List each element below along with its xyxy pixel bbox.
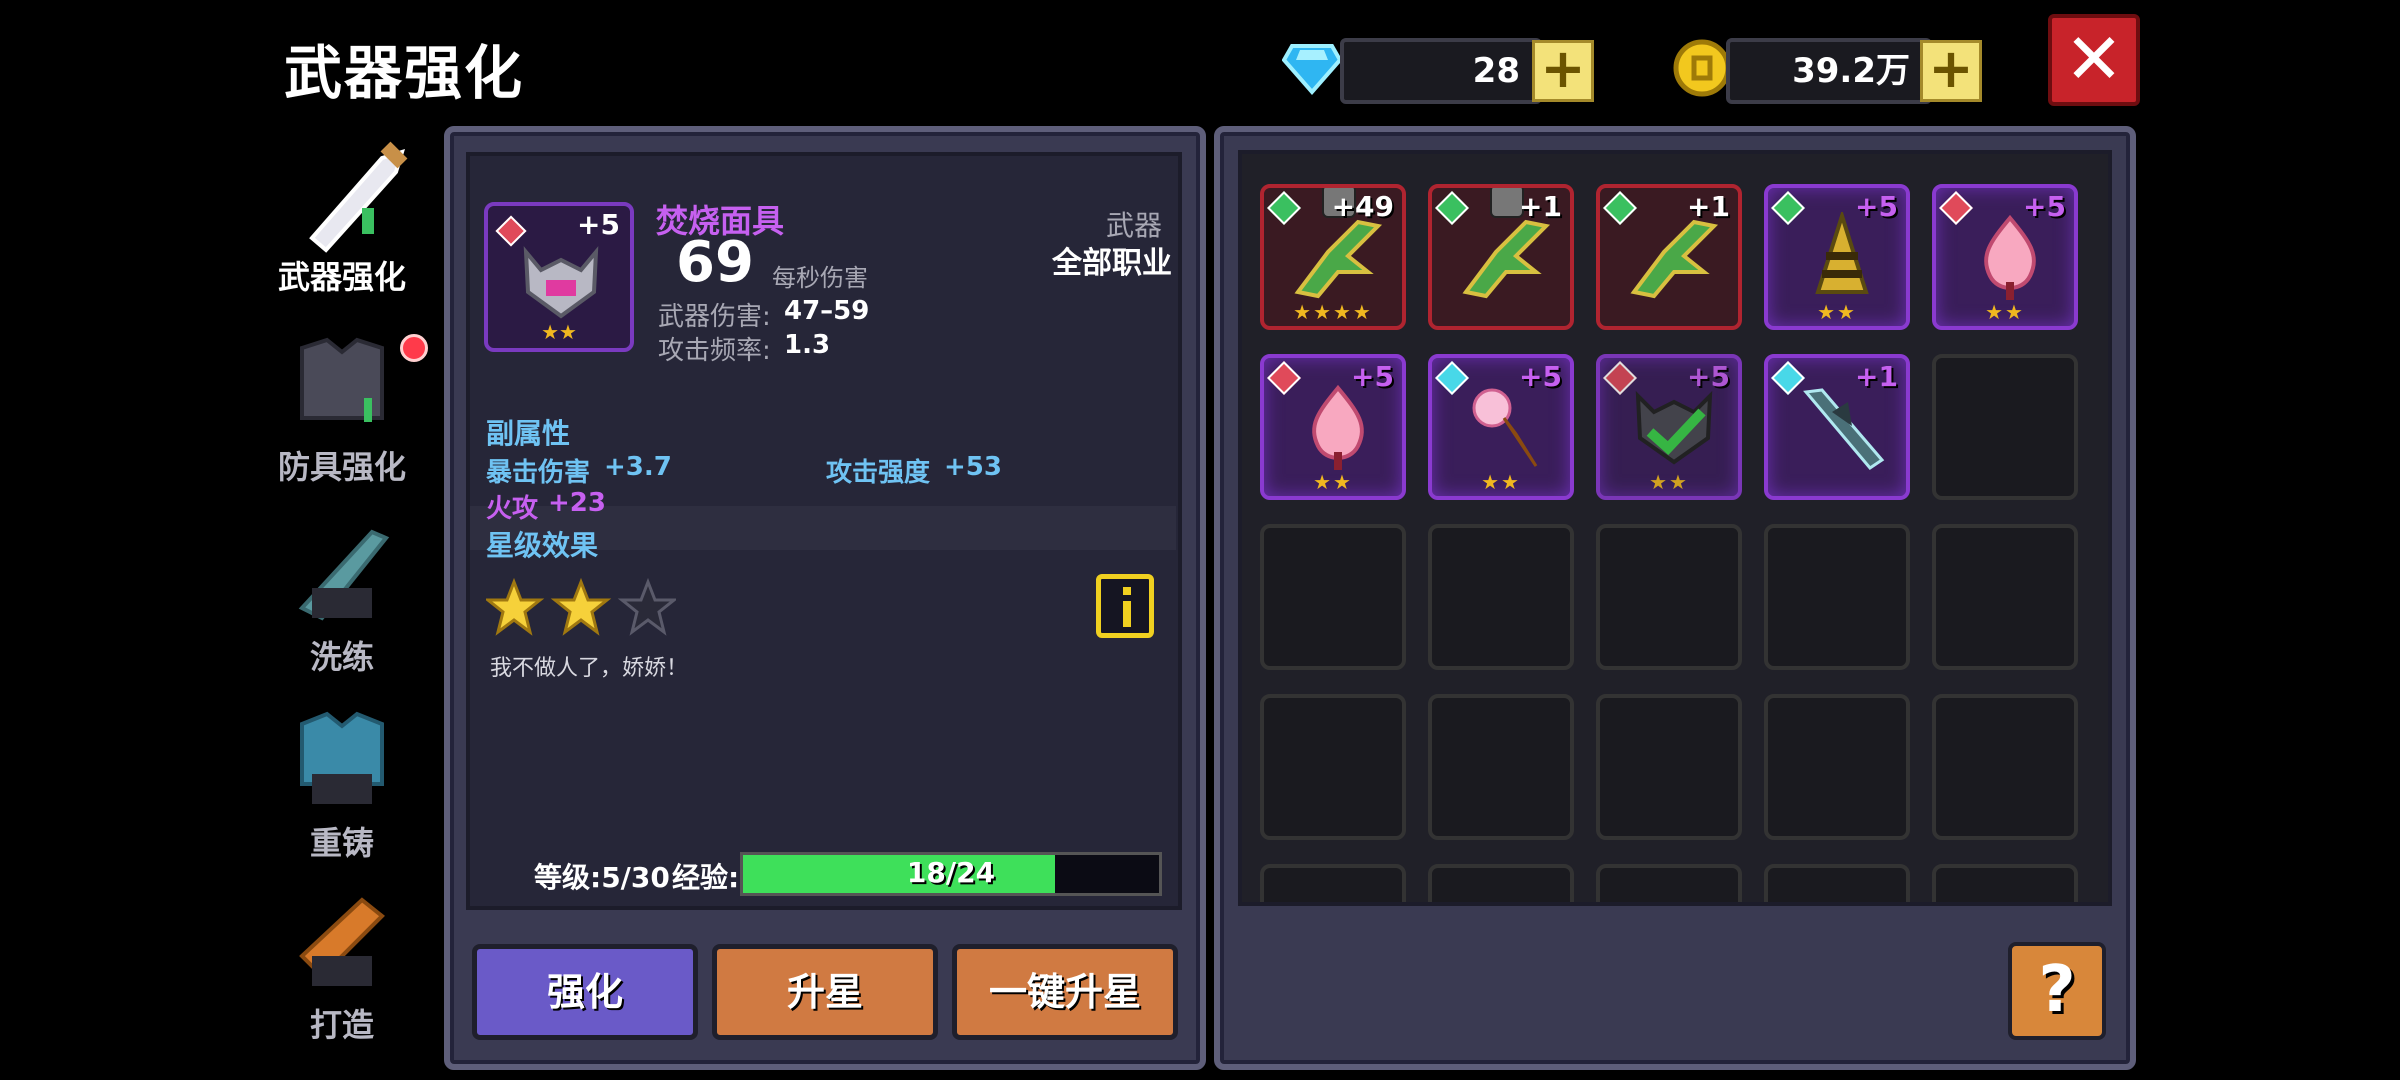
item-level: +1	[1687, 190, 1730, 223]
sidebar-item-label: 重铸	[309, 824, 374, 862]
add-gold-button[interactable]: +	[1920, 40, 1982, 102]
sidebar-item-forge[interactable]: 打造	[262, 886, 422, 1056]
inventory-slot-empty[interactable]	[1428, 694, 1574, 840]
dps-label: 每秒伤害	[772, 264, 868, 292]
inventory-slot-empty[interactable]	[1932, 864, 2078, 902]
inventory-slot-empty[interactable]	[1260, 524, 1406, 670]
level-text: 等级:5/30	[534, 861, 670, 894]
inventory-grid: +49 ★★★★ +1 +1 +5 ★★ +5 ★★ +5 ★★ +5 ★★ +5 ★★ +1	[1238, 150, 2112, 906]
inventory-item[interactable]: +49 ★★★★	[1260, 184, 1406, 330]
inventory-item[interactable]: +5 ★★	[1932, 184, 2078, 330]
inventory-slot-empty[interactable]	[1260, 864, 1406, 902]
item-level: +5	[2023, 190, 2066, 223]
gem-count: 28	[1340, 38, 1542, 104]
sword-icon	[282, 138, 408, 253]
page-title: 武器强化	[284, 39, 525, 107]
item-stars: ★★	[1313, 470, 1353, 494]
inventory-item[interactable]: +5 ★★	[1428, 354, 1574, 500]
damage-value: 47–59	[784, 296, 870, 326]
sidebar-item-label: 防具强化	[277, 448, 406, 486]
mask-icon	[516, 242, 606, 326]
one-key-star-up-button[interactable]: 一键升星	[952, 944, 1178, 1040]
weapon-stars: ★★	[541, 320, 577, 344]
inventory-slot-empty[interactable]	[1932, 524, 2078, 670]
damage-label: 武器伤害:	[658, 302, 771, 332]
notification-dot	[400, 334, 428, 362]
hammer-icon	[282, 886, 402, 996]
enhance-button[interactable]: 强化	[472, 944, 698, 1040]
sub-attr-2-value: +53	[944, 452, 1002, 482]
inventory-slot-empty[interactable]	[1764, 864, 1910, 902]
item-stars: ★★	[1649, 470, 1689, 494]
weapon-dps: 69	[676, 230, 754, 295]
inventory-slot-empty[interactable]	[1596, 694, 1742, 840]
inventory-slot-empty[interactable]	[1932, 694, 2078, 840]
rate-label: 攻击频率:	[658, 336, 771, 366]
sidebar-item-weapon-enhance[interactable]: 武器强化	[262, 138, 422, 308]
inventory-slot-empty[interactable]	[1764, 524, 1910, 670]
item-level: +1	[1519, 190, 1562, 223]
item-level: +5	[1687, 360, 1730, 393]
inventory-slot-empty[interactable]	[1596, 864, 1742, 902]
blade-icon	[282, 518, 402, 628]
sidebar-item-refine[interactable]: 洗练	[262, 518, 422, 688]
armor-icon	[282, 328, 402, 438]
sidebar-item-label: 洗练	[309, 638, 374, 676]
inventory-item[interactable]: +1	[1428, 184, 1574, 330]
exp-label: 经验:	[672, 861, 740, 894]
sidebar-item-armor-enhance[interactable]: 防具强化	[262, 328, 428, 498]
item-level: +1	[1855, 360, 1898, 393]
inventory-slot-empty[interactable]	[1932, 354, 2078, 500]
item-level: +5	[1855, 190, 1898, 223]
inventory-slot-empty[interactable]	[1596, 524, 1742, 670]
star-rating	[483, 577, 679, 638]
star-filled-icon	[550, 577, 612, 636]
add-gems-button[interactable]: +	[1532, 40, 1594, 102]
inventory-slot-empty[interactable]	[1428, 524, 1574, 670]
inventory-item[interactable]: +5 ★★	[1596, 354, 1742, 500]
item-stars: ★★	[1481, 470, 1521, 494]
star-up-button[interactable]: 升星	[712, 944, 938, 1040]
star-filled-icon	[483, 577, 545, 636]
close-button[interactable]: ✕	[2048, 14, 2140, 106]
inventory-item[interactable]: +1	[1764, 354, 1910, 500]
sub-attr-2-label: 攻击强度	[826, 458, 931, 488]
sub-attr-1-value: +3.7	[604, 452, 672, 482]
weapon-icon-frame: +5 ★★	[484, 202, 634, 352]
info-book-icon[interactable]	[1096, 574, 1154, 638]
star-effect-title: 星级效果	[486, 529, 599, 562]
gold-coin-icon	[1672, 38, 1732, 98]
inventory-item[interactable]: +1	[1596, 184, 1742, 330]
item-level: +5	[1351, 360, 1394, 393]
inventory-item[interactable]: +5 ★★	[1260, 354, 1406, 500]
item-stars: ★★	[1985, 300, 2025, 324]
sub-attr-3-label: 火攻	[486, 494, 539, 524]
rate-value: 1.3	[784, 330, 831, 360]
weapon-class: 全部职业	[1052, 246, 1172, 281]
item-level: +49	[1331, 190, 1394, 223]
inventory-slot-empty[interactable]	[1428, 864, 1574, 902]
item-stars: ★★★★	[1293, 300, 1373, 324]
sub-attr-3-value: +23	[548, 488, 606, 518]
sidebar-item-reforge[interactable]: 重铸	[262, 704, 422, 874]
inventory-slot-empty[interactable]	[1260, 694, 1406, 840]
blue-armor-icon	[282, 704, 402, 814]
sub-attr-1-label: 暴击伤害	[486, 458, 591, 488]
inventory-slot-empty[interactable]	[1764, 694, 1910, 840]
weapon-level-badge: +5	[577, 208, 620, 241]
help-button[interactable]: ?	[2008, 942, 2106, 1040]
star-effect-quote: 我不做人了，娇娇！	[490, 656, 689, 681]
star-empty-icon	[617, 577, 679, 636]
sidebar-item-label: 打造	[309, 1006, 374, 1044]
gem-icon	[1281, 36, 1343, 96]
inventory-item[interactable]: +5 ★★	[1764, 184, 1910, 330]
item-level: +5	[1519, 360, 1562, 393]
sidebar-item-label: 武器强化	[277, 258, 406, 296]
exp-text: 18/24	[906, 856, 996, 889]
sub-attr-title: 副属性	[486, 417, 571, 450]
item-stars: ★★	[1817, 300, 1857, 324]
gold-count: 39.2万	[1726, 38, 1932, 104]
